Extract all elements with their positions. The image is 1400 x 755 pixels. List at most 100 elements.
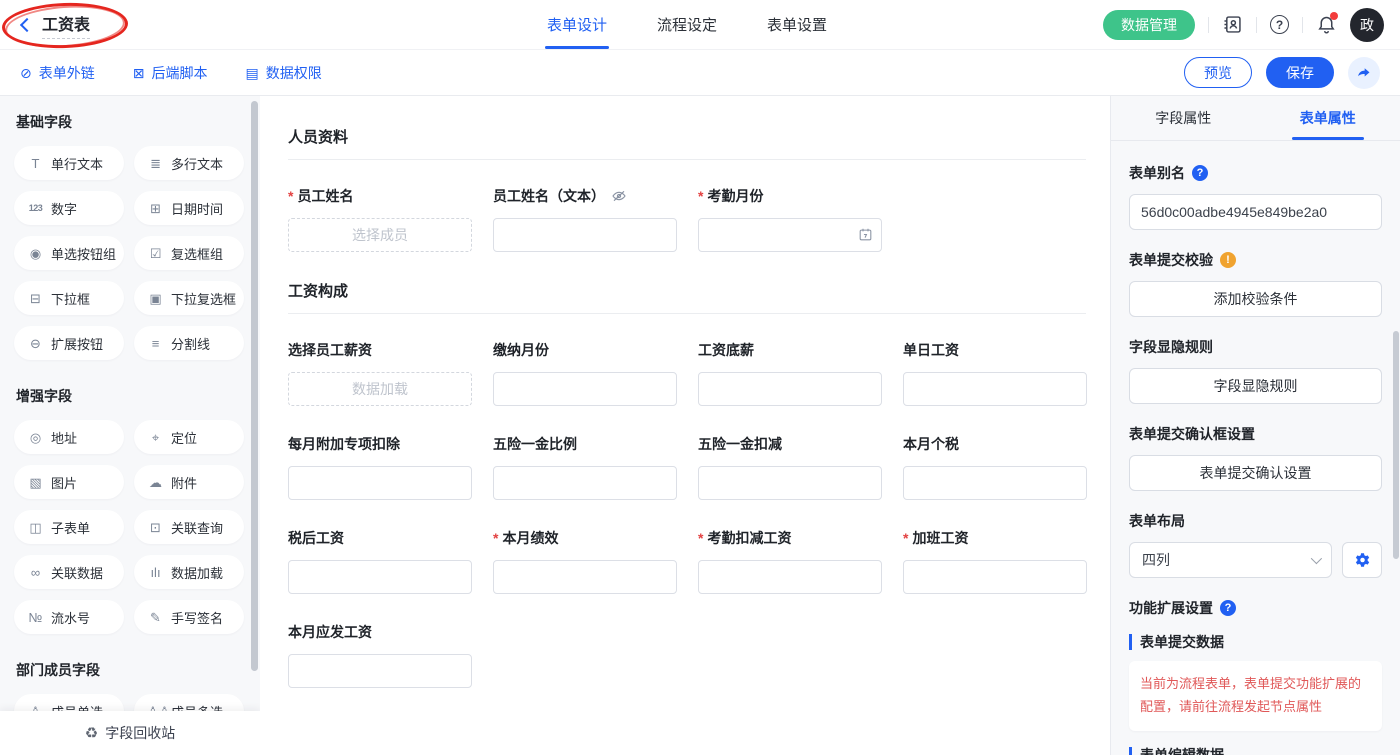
field-monthly-performance[interactable]: 本月绩效 xyxy=(493,528,677,594)
field-recycle-bin[interactable]: ♻ 字段回收站 xyxy=(0,711,260,755)
toolbar-actions: 预览 保存 xyxy=(1184,57,1380,89)
help-icon[interactable]: ? xyxy=(1270,15,1289,34)
sidebar-item-attachment[interactable]: ☁附件 xyxy=(134,465,244,499)
sidebar-item-single-text[interactable]: T单行文本 xyxy=(14,146,124,180)
field-attendance-month[interactable]: 考勤月份 xyxy=(698,186,882,252)
field-input[interactable] xyxy=(698,372,882,406)
contacts-icon[interactable] xyxy=(1222,14,1243,35)
sidebar-item-multi-text[interactable]: ≣多行文本 xyxy=(134,146,244,180)
field-monthly-payable-salary[interactable]: 本月应发工资 xyxy=(288,622,472,688)
tab-form-design[interactable]: 表单设计 xyxy=(545,0,609,49)
field-input[interactable] xyxy=(493,466,677,500)
sidebar-item-location[interactable]: ⌖定位 xyxy=(134,420,244,454)
field-employee-name[interactable]: 员工姓名 xyxy=(288,186,472,252)
tab-form-properties[interactable]: 表单属性 xyxy=(1256,96,1400,140)
sidebar-item-radio-group[interactable]: ◉单选按钮组 xyxy=(14,236,124,270)
user-avatar[interactable]: 政 xyxy=(1350,8,1384,42)
sidebar-item-divider[interactable]: ≡分割线 xyxy=(134,326,244,360)
help-icon[interactable]: ? xyxy=(1220,600,1236,616)
radio-icon: ◉ xyxy=(27,247,44,260)
field-payment-month[interactable]: 缴纳月份 xyxy=(493,340,677,406)
sidebar-item-dropdown[interactable]: ⊟下拉框 xyxy=(14,281,124,315)
sidebar-item-relation-data[interactable]: ∞关联数据 xyxy=(14,555,124,589)
field-employee-name-text[interactable]: 员工姓名（文本） xyxy=(493,186,677,252)
field-label: 员工姓名 xyxy=(288,186,472,206)
field-label: 单日工资 xyxy=(903,340,1087,360)
link-label: 数据权限 xyxy=(266,63,322,83)
warning-icon[interactable]: ! xyxy=(1220,252,1236,268)
back-nav[interactable]: 工资表 xyxy=(16,11,90,39)
form-alias-input[interactable] xyxy=(1129,194,1382,230)
field-input[interactable] xyxy=(903,560,1087,594)
save-button[interactable]: 保存 xyxy=(1266,57,1334,88)
layout-select[interactable]: 四列 xyxy=(1129,542,1332,578)
relation-data-icon: ∞ xyxy=(27,566,44,579)
field-input[interactable] xyxy=(493,560,677,594)
field-input[interactable] xyxy=(288,218,472,252)
share-button[interactable] xyxy=(1348,57,1380,89)
field-daily-salary[interactable]: 单日工资 xyxy=(903,340,1087,406)
field-overtime-salary[interactable]: 加班工资 xyxy=(903,528,1087,594)
field-input[interactable] xyxy=(288,466,472,500)
field-input[interactable] xyxy=(493,372,677,406)
field-input[interactable] xyxy=(288,654,472,688)
tab-form-setting[interactable]: 表单设置 xyxy=(765,0,829,49)
field-input[interactable] xyxy=(903,466,1087,500)
sidebar-item-image[interactable]: ▧图片 xyxy=(14,465,124,499)
form-canvas: 人员资料 员工姓名 员工姓名（文本） xyxy=(260,96,1110,755)
field-attendance-deduction[interactable]: 考勤扣减工资 xyxy=(698,528,882,594)
sidebar-item-address[interactable]: ◎地址 xyxy=(14,420,124,454)
preview-button[interactable]: 预览 xyxy=(1184,57,1252,88)
field-after-tax-salary[interactable]: 税后工资 xyxy=(288,528,472,594)
form-section-title[interactable]: 人员资料 xyxy=(288,126,1086,160)
field-input[interactable] xyxy=(493,218,677,252)
field-label: 选择员工薪资 xyxy=(288,340,472,360)
sidebar-item-datetime[interactable]: ⊞日期时间 xyxy=(134,191,244,225)
form-layout-row: 四列 xyxy=(1129,542,1382,578)
data-manage-button[interactable]: 数据管理 xyxy=(1103,10,1195,40)
notification-bell-icon[interactable] xyxy=(1316,14,1337,35)
single-text-icon: T xyxy=(27,157,44,170)
field-base-salary[interactable]: 工资底薪 xyxy=(698,340,882,406)
field-insurance-deduction[interactable]: 五险一金扣减 xyxy=(698,434,882,500)
sidebar-item-signature[interactable]: ✎手写签名 xyxy=(134,600,244,634)
add-validation-button[interactable]: 添加校验条件 xyxy=(1129,281,1382,317)
relation-query-icon: ⊡ xyxy=(147,521,164,534)
field-input[interactable] xyxy=(698,560,882,594)
field-monthly-tax[interactable]: 本月个税 xyxy=(903,434,1087,500)
form-external-link[interactable]: ⊘ 表单外链 xyxy=(20,63,95,83)
field-input[interactable] xyxy=(698,218,882,252)
sidebar-item-relation-query[interactable]: ⊡关联查询 xyxy=(134,510,244,544)
field-monthly-special-deduction[interactable]: 每月附加专项扣除 xyxy=(288,434,472,500)
sidebar-item-checkbox-group[interactable]: ☑复选框组 xyxy=(134,236,244,270)
serial-number-icon: № xyxy=(27,611,44,624)
layout-settings-button[interactable] xyxy=(1342,542,1382,578)
field-input[interactable] xyxy=(698,466,882,500)
form-section-title[interactable]: 工资构成 xyxy=(288,280,1086,314)
submit-confirm-button[interactable]: 表单提交确认设置 xyxy=(1129,455,1382,491)
sidebar-item-extend-button[interactable]: ⊖扩展按钮 xyxy=(14,326,124,360)
field-insurance-ratio[interactable]: 五险一金比例 xyxy=(493,434,677,500)
sidebar-item-data-load[interactable]: ılı数据加载 xyxy=(134,555,244,589)
field-label: 考勤扣减工资 xyxy=(698,528,882,548)
image-icon: ▧ xyxy=(27,476,44,489)
sidebar-scrollbar[interactable] xyxy=(251,101,258,671)
field-visibility-button[interactable]: 字段显隐规则 xyxy=(1129,368,1382,404)
data-permission-link[interactable]: ▤ 数据权限 xyxy=(245,63,321,83)
sidebar-item-subform[interactable]: ◫子表单 xyxy=(14,510,124,544)
body: 基础字段 T单行文本 ≣多行文本 123数字 ⊞日期时间 ◉单选按钮组 ☑复选框… xyxy=(0,96,1400,755)
field-select-salary[interactable]: 选择员工薪资 xyxy=(288,340,472,406)
field-input[interactable] xyxy=(288,560,472,594)
tab-field-properties[interactable]: 字段属性 xyxy=(1111,96,1256,140)
sidebar-item-serial-number[interactable]: №流水号 xyxy=(14,600,124,634)
field-input[interactable] xyxy=(288,372,472,406)
panel-scrollbar[interactable] xyxy=(1393,331,1399,559)
backend-script-link[interactable]: ⊠ 后端脚本 xyxy=(133,63,208,83)
field-input[interactable] xyxy=(903,372,1087,406)
sidebar-item-number[interactable]: 123数字 xyxy=(14,191,124,225)
sidebar-item-multi-dropdown[interactable]: ▣下拉复选框 xyxy=(134,281,244,315)
panel-tabs: 字段属性 表单属性 xyxy=(1111,96,1400,141)
help-icon[interactable]: ? xyxy=(1192,165,1208,181)
tab-flow-setting[interactable]: 流程设定 xyxy=(655,0,719,49)
multi-text-icon: ≣ xyxy=(147,157,164,170)
